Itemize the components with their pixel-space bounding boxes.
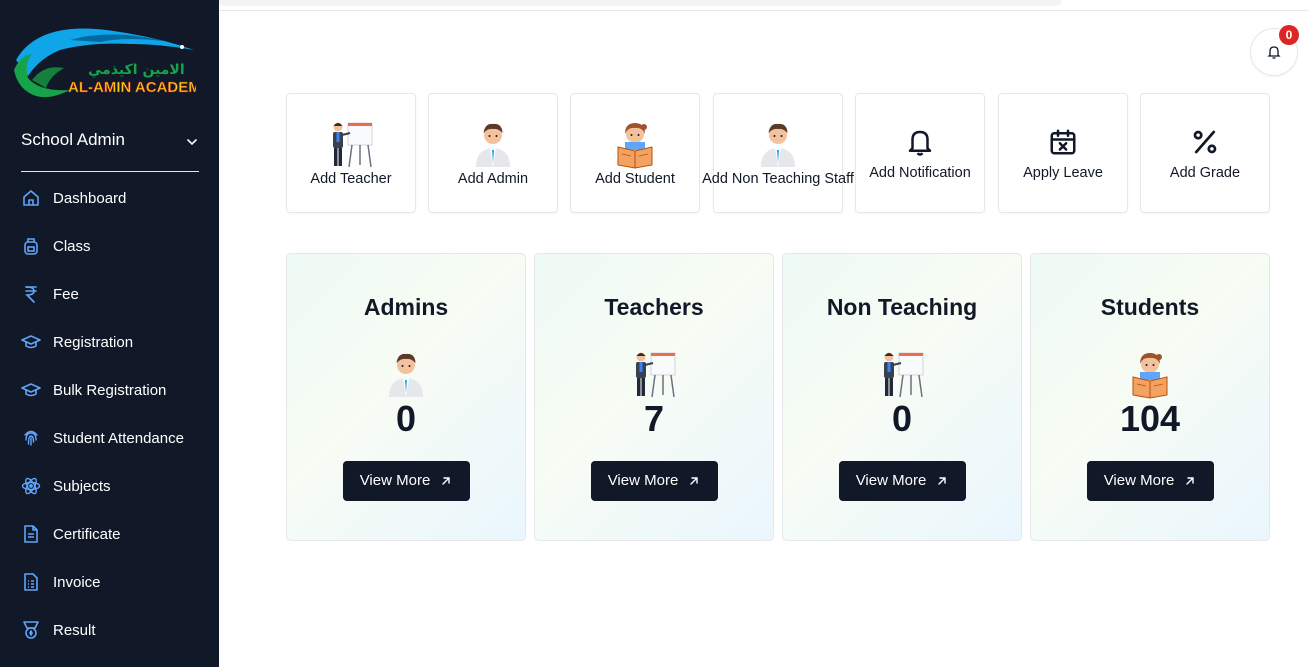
add-student-button[interactable]: Add Student [570, 93, 700, 213]
role-label: School Admin [21, 130, 125, 149]
view-more-label: View More [607, 472, 679, 489]
sidebar-item-dashboard[interactable]: Dashboard [0, 174, 219, 222]
bell-icon [903, 125, 937, 159]
add-teacher-button[interactable]: Add Teacher [286, 93, 416, 213]
quick-action-label: Add Admin [457, 171, 529, 187]
arrow-up-right-icon [1186, 476, 1194, 485]
logo-arabic-text: الامين اكيذمي [88, 62, 185, 78]
academy-logo[interactable]: الامين اكيذمي AL-AMIN ACADEMY [10, 20, 211, 112]
sidebar-item-label: Fee [53, 285, 79, 303]
stat-title: Admins [363, 293, 449, 320]
stat-title: Teachers [604, 293, 704, 320]
sidebar-item-label: Certificate [53, 525, 121, 543]
sidebar-item-label: Student Attendance [53, 429, 184, 447]
address-bar [219, 0, 1061, 6]
sidebar-item-label: Registration [53, 333, 134, 351]
sidebar-item-label: Dashboard [53, 189, 127, 207]
arrow-up-right-icon [938, 476, 946, 485]
admin-person-icon [379, 347, 433, 401]
notification-bell-button[interactable]: 0 [1250, 25, 1299, 76]
teacher-board-icon [627, 347, 681, 401]
sidebar-item-label: Invoice [53, 573, 101, 591]
non-teaching-stat-card: Non Teaching 0 View More [782, 253, 1022, 541]
admin-person-icon [468, 119, 518, 169]
chevron-down-icon [187, 139, 197, 146]
stat-count: 0 [891, 397, 913, 439]
add-notification-button[interactable]: Add Notification [855, 93, 985, 213]
student-reading-icon [1123, 347, 1177, 401]
stat-count: 7 [643, 397, 665, 439]
apply-leave-button[interactable]: Apply Leave [998, 93, 1128, 213]
staff-person-icon [753, 119, 803, 169]
view-more-label: View More [855, 472, 927, 489]
sidebar-item-result[interactable]: Result [0, 606, 219, 654]
top-strip [219, 0, 1308, 11]
teacher-board-icon [875, 347, 929, 401]
sidebar-item-label: Bulk Registration [53, 381, 167, 399]
fingerprint-icon [21, 428, 41, 448]
sidebar-item-subjects[interactable]: Subjects [0, 462, 219, 510]
sidebar-item-invoice[interactable]: Invoice [0, 558, 219, 606]
teachers-stat-card: Teachers 7 View More [534, 253, 774, 541]
admins-stat-card: Admins 0 View More [286, 253, 526, 541]
quick-action-label: Add Student [595, 171, 675, 187]
add-grade-button[interactable]: Add Grade [1140, 93, 1270, 213]
quick-action-label: Add Non Teaching Staff [702, 171, 854, 187]
sidebar-nav: Dashboard Class Fee Registration Bulk Re… [0, 174, 219, 654]
graduation-cap-icon [21, 332, 41, 352]
teacher-board-icon [326, 119, 376, 169]
view-more-button[interactable]: View More [342, 460, 470, 501]
document-icon [21, 524, 41, 544]
view-more-button[interactable]: View More [590, 460, 718, 501]
sidebar: الامين اكيذمي AL-AMIN ACADEMY School Adm… [0, 0, 219, 667]
students-stat-card: Students 104 View More [1030, 253, 1270, 541]
arrow-up-right-icon [690, 476, 698, 485]
quick-action-label: Add Notification [869, 165, 971, 181]
view-more-label: View More [1103, 472, 1175, 489]
home-icon [21, 188, 41, 208]
sidebar-item-bulk-registration[interactable]: Bulk Registration [0, 366, 219, 414]
graduation-cap-icon [21, 380, 41, 400]
logo-name-text: AL-AMIN ACADEMY [68, 79, 196, 96]
calendar-x-icon [1046, 125, 1080, 159]
bell-icon [1267, 46, 1281, 59]
sidebar-item-registration[interactable]: Registration [0, 318, 219, 366]
sidebar-item-fee[interactable]: Fee [0, 270, 219, 318]
backpack-icon [21, 236, 41, 256]
sidebar-item-label: Subjects [53, 477, 111, 495]
student-reading-icon [610, 119, 660, 169]
view-more-button[interactable]: View More [1086, 460, 1214, 501]
percent-icon [1188, 125, 1222, 159]
receipt-icon [21, 572, 41, 592]
add-non-teaching-staff-button[interactable]: Add Non Teaching Staff [702, 93, 854, 213]
rupee-icon [21, 284, 41, 304]
quick-action-label: Add Grade [1169, 165, 1241, 181]
view-more-label: View More [359, 472, 431, 489]
role-selector[interactable]: School Admin [21, 130, 199, 172]
sidebar-item-label: Result [53, 621, 96, 639]
notification-count-badge: 0 [1279, 25, 1299, 45]
arrow-up-right-icon [442, 476, 450, 485]
sidebar-item-certificate[interactable]: Certificate [0, 510, 219, 558]
view-more-button[interactable]: View More [838, 460, 966, 501]
sidebar-item-student-attendance[interactable]: Student Attendance [0, 414, 219, 462]
sidebar-item-label: Class [53, 237, 91, 255]
stat-count: 0 [395, 397, 417, 439]
stat-title: Students [1100, 293, 1200, 320]
quick-action-label: Apply Leave [1023, 165, 1103, 181]
add-admin-button[interactable]: Add Admin [428, 93, 558, 213]
sidebar-item-class[interactable]: Class [0, 222, 219, 270]
atom-icon [21, 476, 41, 496]
medal-icon [21, 620, 41, 640]
stat-count: 104 [1119, 397, 1181, 439]
quick-action-label: Add Teacher [310, 171, 392, 187]
stat-title: Non Teaching [826, 293, 978, 320]
